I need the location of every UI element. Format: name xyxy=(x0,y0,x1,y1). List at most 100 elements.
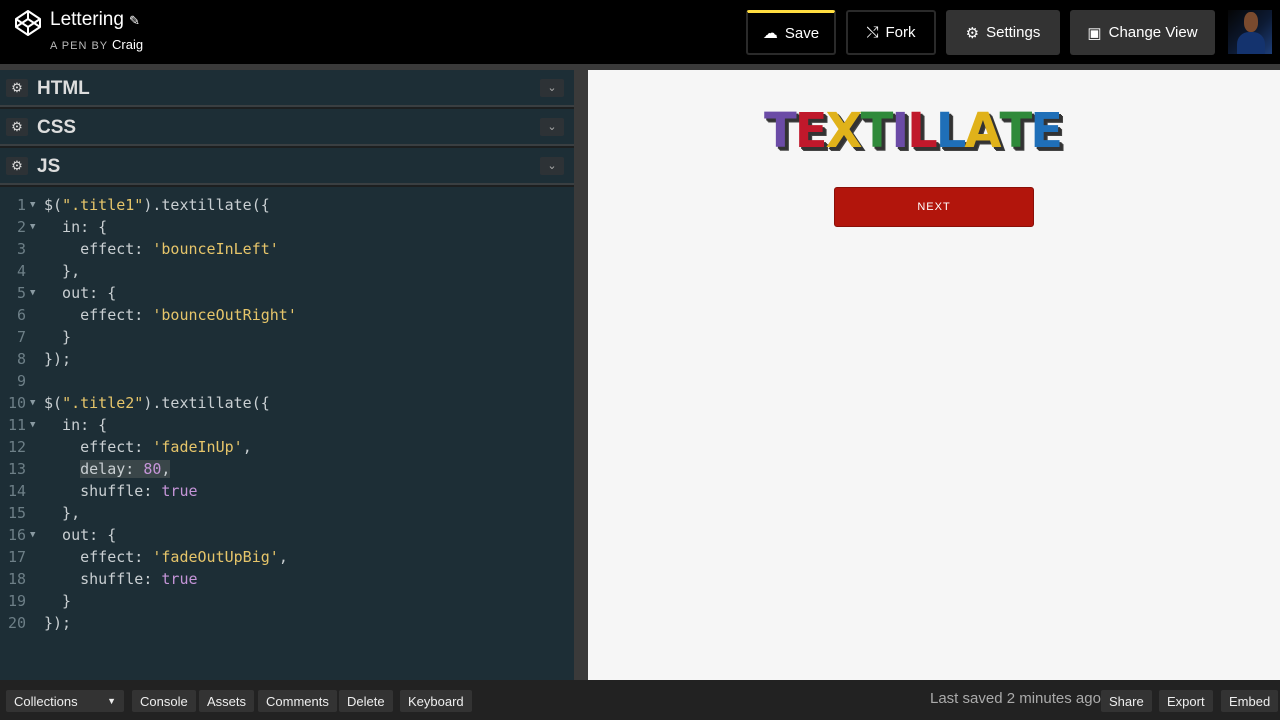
code-token: effect: xyxy=(44,438,153,456)
fork-button[interactable]: ⤭ Fork xyxy=(846,10,936,55)
settings-label: Settings xyxy=(986,24,1041,41)
export-button[interactable]: Export xyxy=(1159,690,1213,712)
css-editor-header[interactable]: ⚙ CSS ⌄ xyxy=(0,109,574,146)
code-line[interactable]: 5 ▼ out: { xyxy=(0,282,574,304)
code-token: } xyxy=(44,592,72,610)
html-chevron-down-icon[interactable]: ⌄ xyxy=(540,79,564,97)
codepen-logo-icon[interactable] xyxy=(14,9,42,37)
code-token: }, xyxy=(44,262,81,280)
code-line[interactable]: 17 effect: 'fadeOutUpBig', xyxy=(0,546,574,568)
code-token: ).textillate({ xyxy=(143,196,270,214)
html-editor-label: HTML xyxy=(37,78,90,99)
next-button[interactable]: NEXT xyxy=(834,187,1034,227)
code-token: }); xyxy=(44,614,72,632)
code-token: 'fadeInUp' xyxy=(152,438,243,456)
avatar-head xyxy=(1244,12,1258,32)
js-settings-icon[interactable]: ⚙ xyxy=(6,157,28,175)
comments-button[interactable]: Comments xyxy=(258,690,337,712)
keyboard-button[interactable]: Keyboard xyxy=(400,690,472,712)
assets-button[interactable]: Assets xyxy=(199,690,255,712)
collections-label: Collections xyxy=(14,693,78,709)
code-line[interactable]: 9 xyxy=(0,370,574,392)
code-token: effect: xyxy=(44,548,153,566)
code-line[interactable]: 7 } xyxy=(0,326,574,348)
fold-arrow-icon[interactable]: ▼ xyxy=(30,194,35,216)
code-token: 80 xyxy=(143,460,162,478)
collections-dropdown[interactable]: Collections ▼ xyxy=(6,690,124,712)
code-line[interactable]: 12 effect: 'fadeInUp', xyxy=(0,436,574,458)
code-line[interactable]: 18 shuffle: true xyxy=(0,568,574,590)
code-line[interactable]: 20}); xyxy=(0,612,574,634)
code-line[interactable]: 11 ▼ in: { xyxy=(0,414,574,436)
line-number: 1 xyxy=(16,196,26,214)
pencil-icon[interactable]: ✎ xyxy=(129,13,140,28)
code-text: shuffle: true xyxy=(44,480,197,502)
code-line[interactable]: 15 }, xyxy=(0,502,574,524)
share-button[interactable]: Share xyxy=(1101,690,1152,712)
html-editor-header[interactable]: ⚙ HTML ⌄ xyxy=(0,70,574,107)
code-line[interactable]: 1 ▼ $(".title1").textillate({ xyxy=(0,194,574,216)
code-line[interactable]: 16 ▼ out: { xyxy=(0,524,574,546)
change-view-button[interactable]: ▣ Change View xyxy=(1070,10,1215,55)
code-token: effect: xyxy=(44,240,153,258)
save-button[interactable]: ☁ Save xyxy=(746,10,836,55)
code-text: delay: 80, xyxy=(44,458,171,480)
last-saved-status: Last saved 2 minutes ago xyxy=(930,690,1101,707)
fold-arrow-icon[interactable]: ▼ xyxy=(30,414,35,436)
code-text: }); xyxy=(44,348,71,370)
pane-resize-handle[interactable] xyxy=(574,70,588,680)
code-line[interactable]: 6 effect: 'bounceOutRight' xyxy=(0,304,574,326)
line-number: 17 xyxy=(7,548,26,566)
fold-arrow-icon[interactable]: ▼ xyxy=(30,392,35,414)
fork-label: Fork xyxy=(885,24,916,41)
title-letter: T xyxy=(999,103,1033,159)
code-text: }, xyxy=(44,260,80,282)
fold-arrow-icon[interactable]: ▼ xyxy=(30,524,35,546)
code-line[interactable]: 10 ▼ $(".title2").textillate({ xyxy=(0,392,574,414)
console-button[interactable]: Console xyxy=(132,690,196,712)
code-line[interactable]: 2 ▼ in: { xyxy=(0,216,574,238)
embed-button[interactable]: Embed xyxy=(1221,690,1279,712)
title-letter: T xyxy=(764,103,797,159)
js-editor-header[interactable]: ⚙ JS ⌄ xyxy=(0,148,574,185)
code-token: , xyxy=(242,438,252,456)
code-token: , xyxy=(161,460,171,478)
code-token: } xyxy=(44,328,72,346)
author-link[interactable]: Craig xyxy=(112,37,143,52)
fold-arrow-icon[interactable]: ▼ xyxy=(30,216,35,238)
title-letter: X xyxy=(825,103,863,159)
css-editor-label: CSS xyxy=(37,117,77,138)
settings-button[interactable]: ⚙ Settings xyxy=(946,10,1060,55)
code-token: in: { xyxy=(44,416,108,434)
title-letter: E xyxy=(1030,103,1063,159)
title-letter: E xyxy=(794,103,828,159)
css-settings-icon[interactable]: ⚙ xyxy=(6,118,28,136)
code-token: $( xyxy=(44,196,63,214)
delete-button[interactable]: Delete xyxy=(339,690,393,712)
css-chevron-down-icon[interactable]: ⌄ xyxy=(540,118,564,136)
pen-title[interactable]: Lettering ✎ xyxy=(50,9,140,31)
code-line[interactable]: 8}); xyxy=(0,348,574,370)
js-code-editor[interactable]: 1 ▼ $(".title1").textillate({2 ▼ in: {3 eff… xyxy=(0,187,574,680)
code-line[interactable]: 14 shuffle: true xyxy=(0,480,574,502)
editor-pane: ⚙ HTML ⌄ ⚙ CSS ⌄ ⚙ JS ⌄ 1 ▼ $(".title1").t… xyxy=(0,70,574,680)
preview-pane xyxy=(588,70,1280,680)
code-text: effect: 'bounceOutRight' xyxy=(44,304,297,326)
code-line[interactable]: 3 effect: 'bounceInLeft' xyxy=(0,238,574,260)
line-number: 18 xyxy=(7,570,26,588)
line-number: 7 xyxy=(16,328,26,346)
avatar[interactable] xyxy=(1228,10,1272,54)
code-line[interactable]: 4 }, xyxy=(0,260,574,282)
title-letter: L xyxy=(935,103,967,159)
fold-arrow-icon[interactable]: ▼ xyxy=(30,282,35,304)
line-number: 20 xyxy=(7,614,26,632)
code-line[interactable]: 13 delay: 80, xyxy=(0,458,574,480)
code-text: } xyxy=(44,326,71,348)
html-settings-icon[interactable]: ⚙ xyxy=(6,79,28,97)
code-line[interactable]: 19 } xyxy=(0,590,574,612)
code-text: } xyxy=(44,590,71,612)
line-number: 15 xyxy=(7,504,26,522)
code-token: true xyxy=(161,570,198,588)
js-chevron-down-icon[interactable]: ⌄ xyxy=(540,157,564,175)
